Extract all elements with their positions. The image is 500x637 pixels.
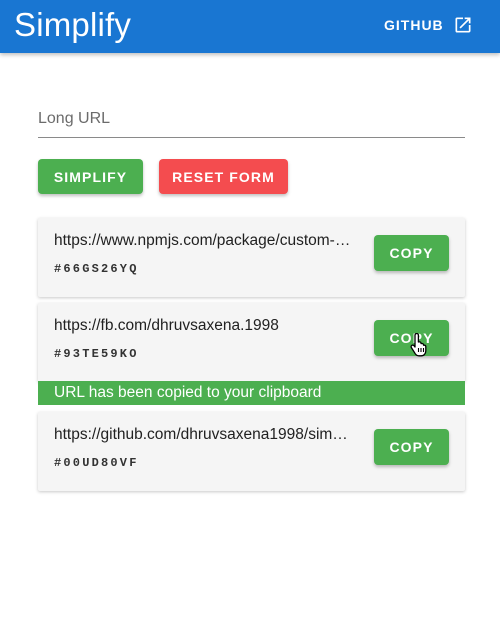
long-url-field[interactable] [38, 104, 465, 138]
result-code: #66GS26YQ [54, 262, 139, 276]
copy-button[interactable]: COPY [374, 320, 449, 356]
open-in-new-icon [453, 15, 473, 35]
result-url[interactable]: https://fb.com/dhruvsaxena.1998 [54, 317, 352, 335]
copied-notification: URL has been copied to your clipboard [38, 381, 465, 405]
github-link[interactable]: GITHUB [384, 14, 473, 36]
long-url-input[interactable] [38, 104, 465, 137]
result-url[interactable]: https://github.com/dhruvsaxena1998/simpl… [54, 426, 352, 444]
result-url[interactable]: https://www.npmjs.com/package/custom-url… [54, 232, 352, 250]
app-bar: Simplify GITHUB [0, 0, 500, 53]
app-title: Simplify [14, 6, 132, 43]
simplify-button[interactable]: SIMPLIFY [38, 159, 143, 194]
result-card: https://fb.com/dhruvsaxena.1998 #93TE59K… [38, 303, 465, 382]
result-code: #00UD80VF [54, 456, 139, 470]
github-label: GITHUB [384, 17, 444, 33]
result-code: #93TE59KO [54, 347, 139, 361]
result-card: https://www.npmjs.com/package/custom-url… [38, 218, 465, 297]
reset-form-button[interactable]: RESET FORM [159, 159, 288, 194]
copy-button[interactable]: COPY [374, 235, 449, 271]
result-card: https://github.com/dhruvsaxena1998/simpl… [38, 412, 465, 491]
copy-button[interactable]: COPY [374, 429, 449, 465]
